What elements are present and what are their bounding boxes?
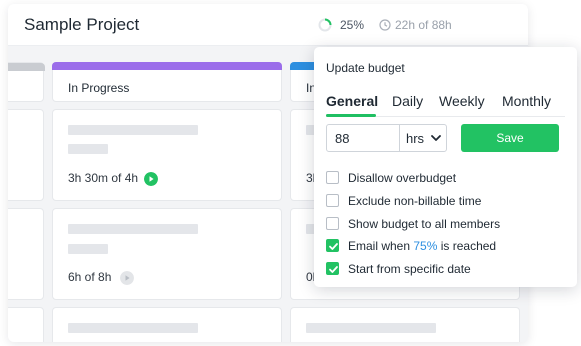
tab-daily[interactable]: Daily: [392, 93, 423, 109]
option-label: Exclude non-billable time: [348, 194, 482, 208]
task-subtitle-placeholder: [68, 144, 108, 154]
task-title-placeholder: [68, 125, 198, 135]
task-card[interactable]: 6h of 8h: [52, 208, 282, 300]
task-subtitle-placeholder: [68, 244, 108, 254]
checkbox[interactable]: [326, 194, 339, 207]
task-card[interactable]: [8, 307, 44, 342]
checkbox[interactable]: [326, 171, 339, 184]
task-time: 6h of 8h: [68, 270, 112, 284]
option-label: Email when 75% is reached: [348, 239, 496, 253]
task-title-placeholder: [68, 323, 198, 333]
checkbox-checked[interactable]: [326, 239, 339, 252]
save-button[interactable]: Save: [461, 124, 559, 152]
column-title: In Progress: [68, 81, 130, 95]
task-title-placeholder: [306, 323, 436, 333]
popover-title: Update budget: [326, 61, 405, 75]
task-card[interactable]: 3h 30m of 4h: [52, 109, 282, 201]
update-budget-popover: Update budget General Daily Weekly Month…: [314, 47, 577, 287]
column-2-color-bar: [52, 62, 282, 70]
option-label: Start from specific date: [348, 262, 471, 276]
budget-summary: 22h of 88h: [395, 18, 452, 32]
option-label: Disallow overbudget: [348, 171, 457, 185]
task-title-placeholder: [68, 224, 198, 234]
column-1-header[interactable]: [8, 62, 45, 102]
tab-weekly[interactable]: Weekly: [439, 93, 485, 109]
play-icon[interactable]: [120, 271, 134, 285]
checkbox-checked[interactable]: [326, 262, 339, 275]
project-title: Sample Project: [24, 15, 140, 34]
check-icon: [329, 243, 338, 250]
active-tab-indicator: [326, 114, 376, 117]
column-in-progress-header[interactable]: In Progress: [52, 62, 282, 102]
stage: Sample Project 25% 22h of 88h In Progres…: [0, 0, 581, 346]
play-icon[interactable]: [144, 172, 158, 186]
task-card[interactable]: [8, 208, 44, 300]
budget-hours-input[interactable]: [326, 124, 400, 152]
unit-select[interactable]: hrs: [399, 124, 447, 152]
option-label-prefix: Email when: [348, 239, 414, 253]
progress-ring-icon: [318, 18, 332, 32]
chevron-down-icon: [431, 135, 441, 141]
tab-monthly[interactable]: Monthly: [502, 93, 551, 109]
task-time: 3h 30m of 4h: [68, 171, 139, 185]
option-label: Show budget to all members: [348, 217, 501, 231]
check-icon: [329, 266, 338, 273]
task-card[interactable]: [8, 109, 44, 201]
clock-icon: [379, 19, 391, 31]
task-card[interactable]: [290, 307, 520, 342]
project-header: Sample Project 25% 22h of 88h: [8, 4, 528, 46]
tab-general[interactable]: General: [326, 93, 378, 109]
email-threshold-link[interactable]: 75%: [413, 239, 437, 253]
checkbox[interactable]: [326, 217, 339, 230]
column-1-color-bar: [8, 63, 45, 71]
task-card[interactable]: [52, 307, 282, 342]
unit-select-value: hrs: [406, 131, 425, 146]
progress-percent: 25%: [340, 18, 365, 32]
option-label-suffix: is reached: [437, 239, 497, 253]
